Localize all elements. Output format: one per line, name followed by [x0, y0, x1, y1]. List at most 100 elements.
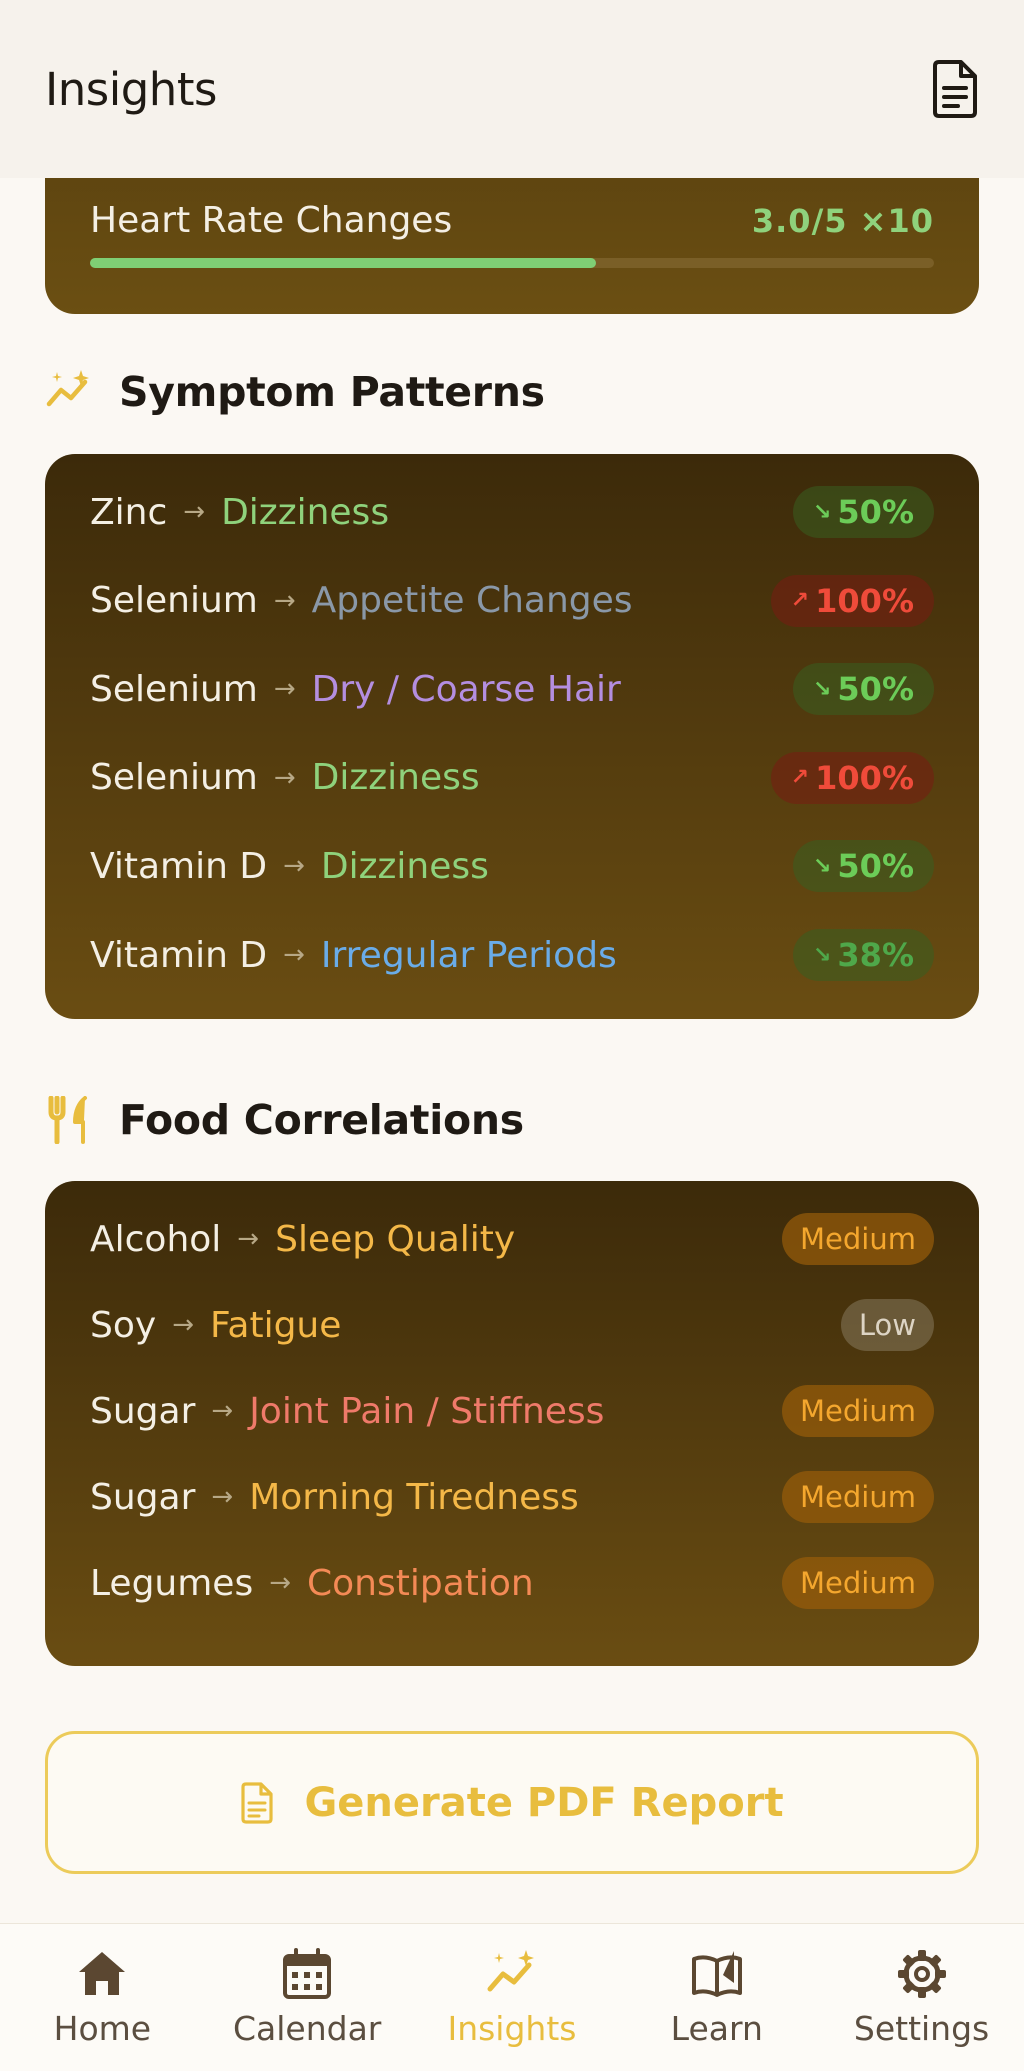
food-row-pair: Alcohol → Sleep Quality [90, 1219, 515, 1260]
food-target: Sleep Quality [275, 1218, 516, 1260]
symptom-row[interactable]: Selenium → Dry / Coarse Hair ↘ 50% [90, 663, 934, 716]
correlation-badge: ↘ 50% [792, 663, 934, 716]
correlation-percent: 50% [837, 670, 914, 709]
arrow-right-icon: → [273, 762, 296, 793]
symptom-target: Dry / Coarse Hair [311, 668, 621, 710]
food-source: Legumes [90, 1562, 254, 1604]
trend-down-icon: ↘ [812, 853, 832, 879]
tab-learn[interactable]: Learn [622, 1947, 812, 2048]
arrow-right-icon: → [273, 674, 296, 705]
symptom-row-pair: Vitamin D → Dizziness [90, 846, 489, 887]
tab-settings-label: Settings [853, 2009, 990, 2048]
heart-rate-progress-fill [90, 258, 597, 268]
strength-badge: Low [840, 1299, 934, 1351]
heart-rate-progress-track [90, 258, 934, 268]
symptom-target: Appetite Changes [311, 580, 633, 622]
symptom-source: Selenium [90, 757, 258, 799]
arrow-right-icon: → [283, 940, 305, 970]
symptom-source: Selenium [90, 580, 258, 622]
correlation-badge: ↘ 50% [792, 840, 934, 893]
food-source: Soy [90, 1304, 157, 1346]
food-row-pair: Soy → Fatigue [90, 1305, 341, 1346]
calendar-icon [283, 1948, 332, 1999]
food-row-pair: Sugar → Morning Tiredness [90, 1477, 579, 1518]
tab-calendar[interactable]: Calendar [212, 1947, 402, 2048]
symptom-row[interactable]: Zinc → Dizziness ↘ 50% [90, 486, 934, 538]
home-icon [79, 1952, 126, 1995]
symptom-row-pair: Zinc → Dizziness [90, 492, 389, 533]
strength-badge: Medium [782, 1557, 934, 1609]
app-header: Insights [0, 0, 1024, 178]
food-source: Sugar [90, 1390, 196, 1432]
food-row[interactable]: Sugar → Morning Tiredness Medium [90, 1471, 934, 1523]
correlation-badge: ↘ 38% [792, 929, 934, 981]
trend-down-icon: ↘ [812, 676, 832, 702]
scroll-content[interactable]: Heart Rate Changes 3.0/5 ×10 Symptom Pat… [0, 178, 1024, 1923]
food-target: Constipation [307, 1562, 534, 1604]
heart-rate-card: Heart Rate Changes 3.0/5 ×10 [45, 178, 979, 314]
strength-badge: Medium [782, 1213, 934, 1265]
food-row[interactable]: Legumes → Constipation Medium [90, 1557, 934, 1609]
sparkle-trend-icon [46, 370, 89, 407]
bottom-tab-bar: Home Calendar Insights Learn Settings [0, 1923, 1024, 2071]
correlation-badge: ↗ 100% [770, 574, 934, 627]
file-text-icon [241, 1781, 274, 1824]
book-icon [691, 1951, 742, 1997]
insights-icon [487, 1950, 534, 1992]
symptom-target: Dizziness [320, 845, 489, 887]
tab-learn-label: Learn [670, 2009, 763, 2048]
tab-settings[interactable]: Settings [827, 1947, 1017, 2048]
symptom-row-pair: Selenium → Appetite Changes [90, 580, 633, 621]
correlation-percent: 50% [837, 847, 914, 886]
correlation-badge: ↘ 50% [792, 486, 934, 538]
correlation-percent: 100% [815, 758, 914, 797]
tab-insights[interactable]: Insights [417, 1947, 607, 2048]
symptom-row[interactable]: Selenium → Appetite Changes ↗ 100% [90, 574, 934, 627]
symptom-target: Dizziness [311, 757, 480, 799]
symptom-source: Vitamin D [90, 934, 268, 976]
symptom-row[interactable]: Vitamin D → Dizziness ↘ 50% [90, 840, 934, 893]
arrow-right-icon: → [183, 497, 206, 527]
document-icon[interactable] [931, 60, 979, 118]
arrow-right-icon: → [269, 1568, 292, 1598]
food-correlations-title: Food Correlations [119, 1096, 524, 1144]
arrow-right-icon: → [211, 1396, 234, 1426]
symptom-row[interactable]: Vitamin D → Irregular Periods ↘ 38% [90, 929, 934, 981]
strength-badge: Medium [782, 1385, 934, 1437]
symptom-target: Irregular Periods [320, 934, 617, 976]
food-source: Alcohol [90, 1218, 222, 1260]
food-row[interactable]: Sugar → Joint Pain / Stiffness Medium [90, 1385, 934, 1437]
arrow-right-icon: → [273, 585, 296, 616]
arrow-right-icon: → [237, 1224, 260, 1254]
symptom-source: Selenium [90, 668, 258, 710]
food-row[interactable]: Alcohol → Sleep Quality Medium [90, 1213, 934, 1265]
tab-home[interactable]: Home [7, 1947, 197, 2048]
food-target: Fatigue [209, 1304, 342, 1346]
symptom-patterns-card: Zinc → Dizziness ↘ 50% Selenium → Appetite Chan… [45, 454, 979, 1019]
correlation-percent: 100% [815, 581, 914, 620]
strength-badge: Medium [782, 1471, 934, 1523]
arrow-right-icon: → [172, 1310, 194, 1340]
arrow-right-icon: → [283, 851, 305, 882]
trend-down-icon: ↘ [812, 942, 832, 968]
page-title: Insights [45, 62, 217, 116]
symptom-row-pair: Vitamin D → Irregular Periods [90, 935, 617, 976]
symptom-row-pair: Selenium → Dizziness [90, 757, 480, 798]
symptom-target: Dizziness [221, 491, 390, 533]
food-correlations-card: Alcohol → Sleep Quality Medium Soy → Fatigue Lo… [45, 1181, 979, 1666]
correlation-percent: 50% [837, 493, 914, 531]
food-correlations-header: Food Correlations [45, 1096, 524, 1144]
generate-pdf-button[interactable]: Generate PDF Report [45, 1731, 979, 1874]
fork-knife-icon [48, 1096, 87, 1144]
symptom-source: Zinc [90, 491, 168, 533]
trend-up-icon: ↗ [790, 765, 810, 791]
arrow-right-icon: → [211, 1482, 234, 1512]
food-row[interactable]: Soy → Fatigue Low [90, 1299, 934, 1351]
food-source: Sugar [90, 1476, 196, 1518]
heart-rate-value: 3.0/5 ×10 [751, 201, 934, 240]
symptom-patterns-title: Symptom Patterns [119, 368, 545, 416]
trend-up-icon: ↗ [790, 588, 810, 614]
trend-down-icon: ↘ [812, 499, 832, 525]
symptom-row[interactable]: Selenium → Dizziness ↗ 100% [90, 751, 934, 804]
symptom-patterns-header: Symptom Patterns [45, 368, 545, 416]
